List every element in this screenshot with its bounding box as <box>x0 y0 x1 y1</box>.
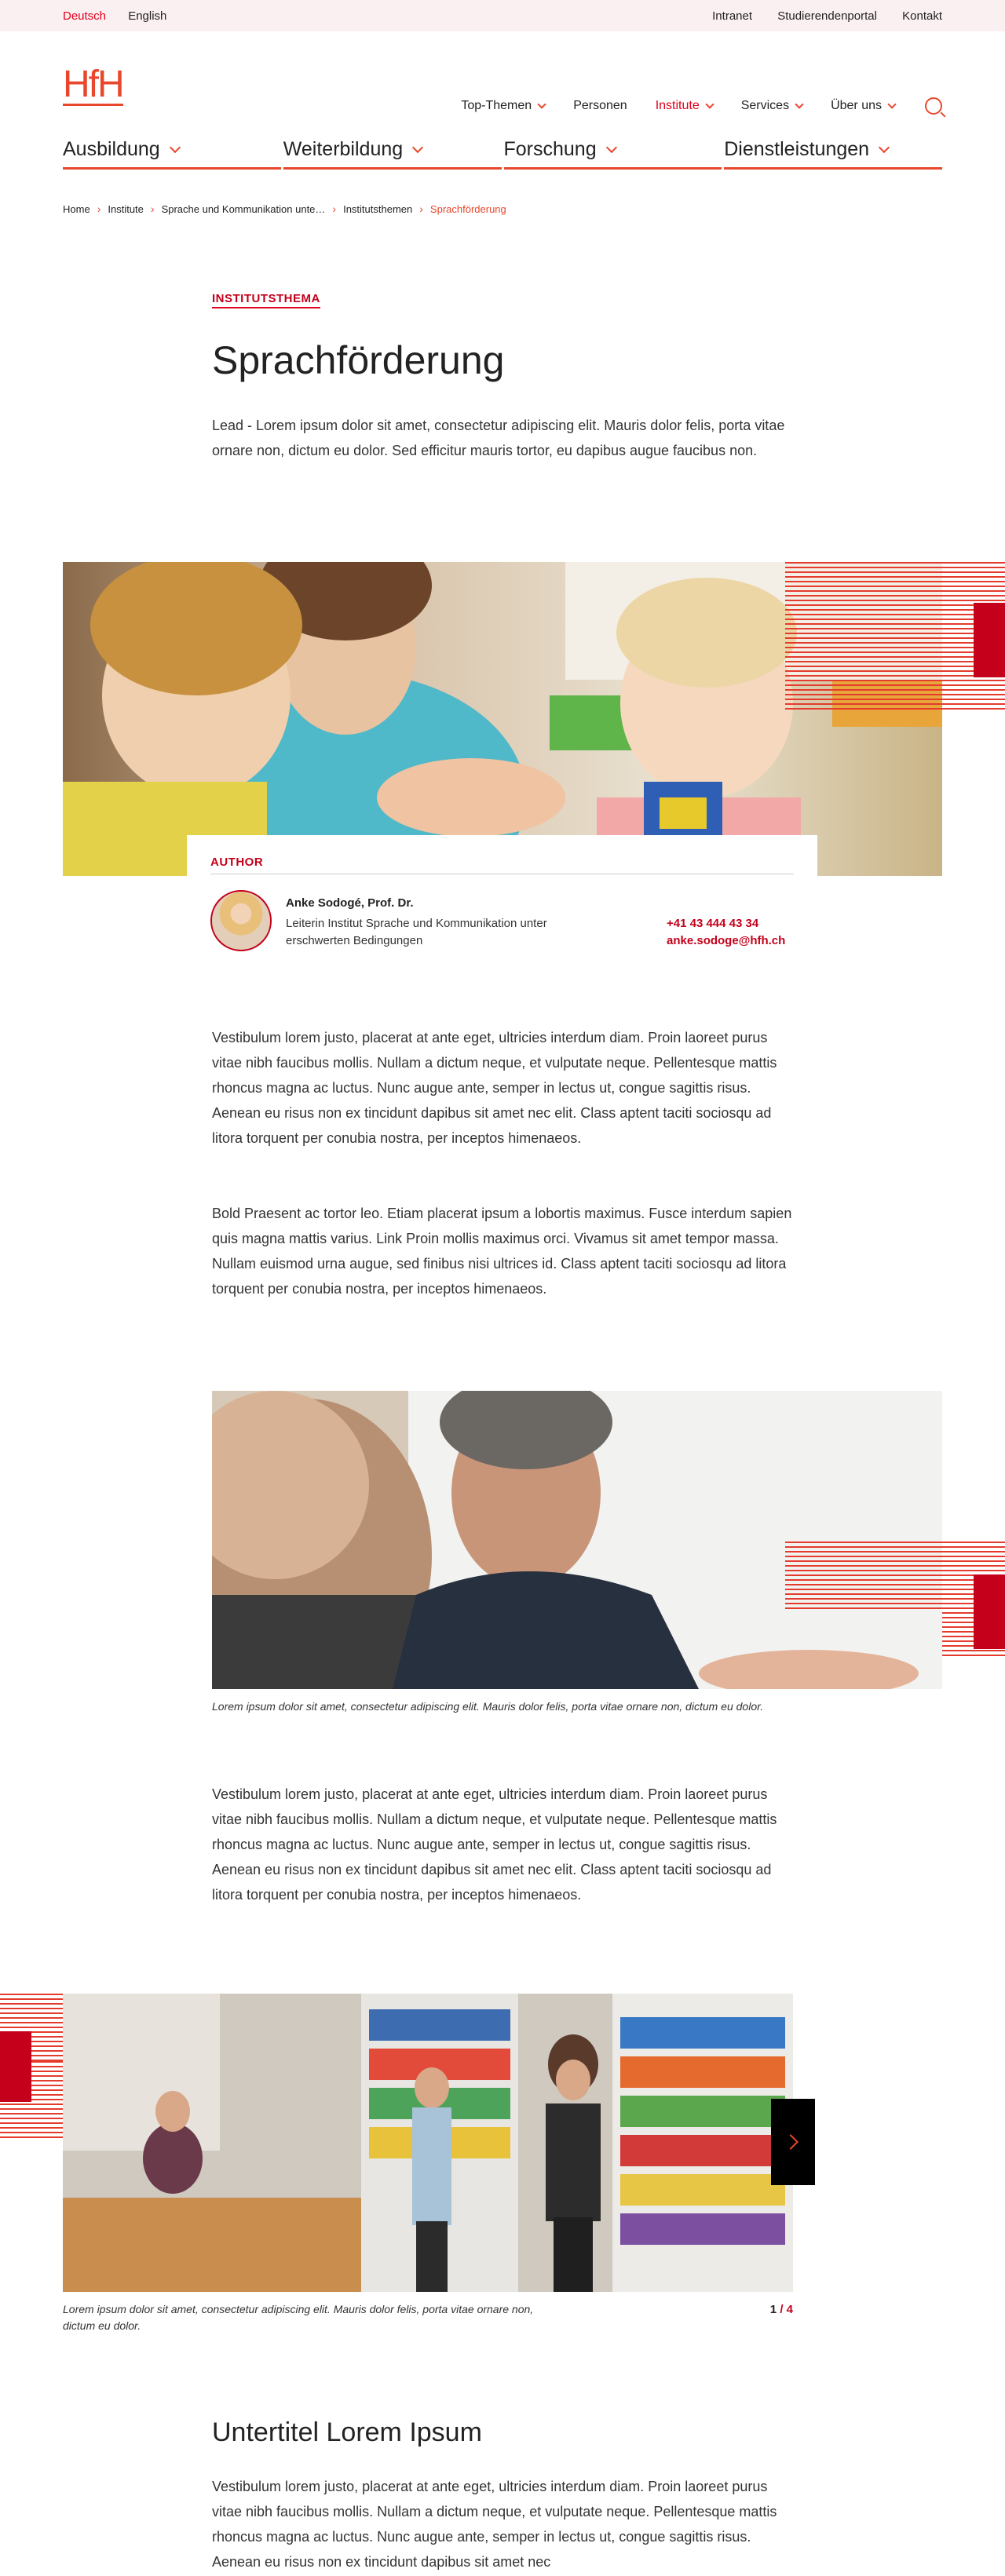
nav-label: Services <box>740 99 790 112</box>
eyebrow-label: INSTITUTSTHEMA <box>212 292 320 308</box>
breadcrumb-institute[interactable]: Institute <box>108 203 144 215</box>
category-dienstleistungen[interactable]: Dienstleistungen <box>724 138 942 170</box>
nav-label: Personen <box>573 99 627 112</box>
chevron-down-icon <box>795 99 804 109</box>
category-forschung[interactable]: Forschung <box>503 138 722 170</box>
breadcrumb: Home › Institute › Sprache und Kommunika… <box>63 203 506 215</box>
gallery-current: 1 <box>769 2303 777 2316</box>
lead-text: Lead - Lorem ipsum dolor sit amet, conse… <box>212 418 785 458</box>
category-label: Weiterbildung <box>283 138 404 160</box>
intranet-link[interactable]: Intranet <box>712 9 752 23</box>
body-paragraph: Vestibulum lorem justo, placerat at ante… <box>212 1786 777 1903</box>
gallery-next-button[interactable] <box>771 2099 815 2185</box>
gallery-caption: Lorem ipsum dolor sit amet, consectetur … <box>63 2303 534 2332</box>
chevron-right-icon <box>783 2134 799 2150</box>
studierendenportal-link[interactable]: Studierendenportal <box>777 9 877 23</box>
chevron-down-icon <box>705 99 714 109</box>
author-role: Leiterin Institut Sprache und Kommunikat… <box>286 917 547 947</box>
decorative-stripes <box>785 1542 942 1612</box>
gallery-counter: 1 / 4 <box>754 2303 793 2316</box>
nav-label: Institute <box>655 99 700 112</box>
breadcrumb-home[interactable]: Home <box>63 203 90 215</box>
author-label: AUTHOR <box>210 856 794 874</box>
breadcrumb-current: Sprachförderung <box>429 203 506 215</box>
nav-institute[interactable]: Institute <box>655 99 714 113</box>
category-nav: Ausbildung Weiterbildung Forschung Diens… <box>63 138 942 170</box>
hfh-logo[interactable]: HfH <box>63 66 125 106</box>
chevron-down-icon <box>605 141 617 154</box>
author-card: AUTHOR Anke Sodogé, Prof. Dr. Leiterin I… <box>187 835 817 973</box>
content-photo <box>212 1391 942 1689</box>
search-icon[interactable] <box>925 97 942 115</box>
nav-label: Über uns <box>831 99 882 112</box>
nav-personen[interactable]: Personen <box>573 99 627 113</box>
author-phone-link[interactable]: +41 43 444 43 34 <box>667 917 794 930</box>
main-nav: Top-Themen Personen Institute Services Ü… <box>433 97 942 115</box>
nav-services[interactable]: Services <box>740 99 804 113</box>
decorative-block <box>0 2031 31 2102</box>
breadcrumb-institutsthemen[interactable]: Institutsthemen <box>343 203 412 215</box>
category-label: Dienstleistungen <box>724 138 870 160</box>
chevron-down-icon <box>887 99 897 109</box>
gallery-total: 4 <box>786 2303 793 2316</box>
category-ausbildung[interactable]: Ausbildung <box>63 138 281 170</box>
decorative-block <box>974 1574 1005 1649</box>
breadcrumb-institut[interactable]: Sprache und Kommunikation unte… <box>162 203 326 215</box>
nav-ueber-uns[interactable]: Über uns <box>831 99 897 113</box>
body-paragraph: Bold Praesent ac tortor leo. Etiam place… <box>212 1206 792 1297</box>
image-caption: Lorem ipsum dolor sit amet, consectetur … <box>212 1700 764 1713</box>
chevron-right-icon: › <box>97 203 101 215</box>
language-deutsch[interactable]: Deutsch <box>63 9 106 23</box>
decorative-block <box>974 603 1005 677</box>
gallery-image[interactable] <box>63 1994 793 2292</box>
top-bar: Deutsch English Intranet Studierendenpor… <box>0 0 1005 31</box>
nav-top-themen[interactable]: Top-Themen <box>461 99 546 113</box>
kontakt-link[interactable]: Kontakt <box>902 9 942 23</box>
gallery-separator: / <box>780 2303 784 2316</box>
category-label: Ausbildung <box>63 138 160 160</box>
avatar <box>210 890 272 951</box>
language-english[interactable]: English <box>128 9 166 23</box>
page-title: Sprachförderung <box>212 338 505 382</box>
content-image <box>212 1391 942 1689</box>
chevron-down-icon <box>412 141 424 154</box>
chevron-right-icon: › <box>419 203 423 215</box>
language-switcher: Deutsch English <box>63 9 185 23</box>
decorative-stripes <box>785 562 942 711</box>
chevron-down-icon <box>169 141 181 154</box>
gallery-photo <box>63 1994 793 2292</box>
body-paragraph: Vestibulum lorem justo, placerat at ante… <box>212 2479 777 2570</box>
chevron-down-icon <box>879 141 890 154</box>
category-label: Forschung <box>503 138 597 160</box>
body-paragraph: Vestibulum lorem justo, placerat at ante… <box>212 1030 777 1146</box>
author-email-link[interactable]: anke.sodoge@hfh.ch <box>667 934 794 947</box>
service-links: Intranet Studierendenportal Kontakt <box>690 9 942 23</box>
header: HfH Top-Themen Personen Institute Servic… <box>0 31 1005 133</box>
chevron-right-icon: › <box>150 203 155 215</box>
nav-label: Top-Themen <box>461 99 532 112</box>
author-name: Anke Sodogé, Prof. Dr. <box>286 896 414 910</box>
section-subtitle: Untertitel Lorem Ipsum <box>212 2417 482 2447</box>
chevron-down-icon <box>537 99 546 109</box>
chevron-right-icon: › <box>332 203 337 215</box>
category-weiterbildung[interactable]: Weiterbildung <box>283 138 502 170</box>
